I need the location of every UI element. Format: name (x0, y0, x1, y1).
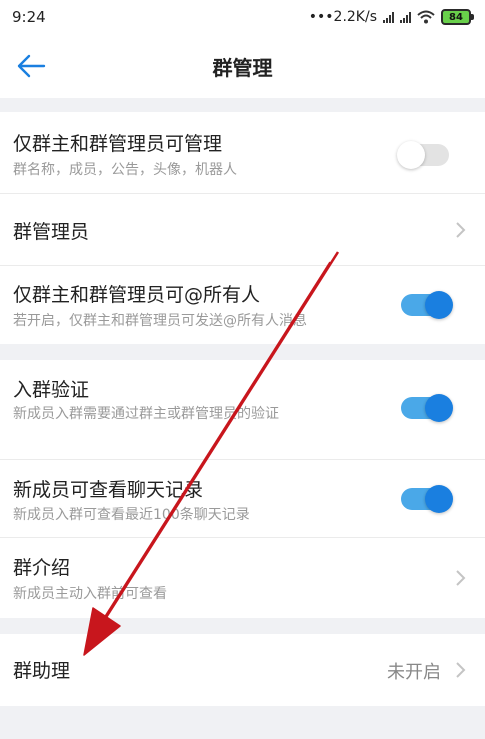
nav-bar: 群管理 (0, 34, 485, 98)
setting-title: 仅群主和群管理员可管理 (13, 133, 223, 155)
arrow-left-icon (17, 54, 46, 78)
assistant-status: 未开启 (387, 662, 441, 683)
setting-subtitle: 新成员主动入群前可查看 (13, 586, 167, 602)
join-verify-toggle[interactable] (401, 394, 453, 422)
toggle-knob (425, 485, 453, 513)
setting-title: 入群验证 (13, 379, 90, 401)
setting-title: 仅群主和群管理员可@所有人 (13, 284, 261, 306)
setting-intro[interactable]: 群介绍 新成员主动入群前可查看 (0, 538, 485, 618)
setting-title: 群助理 (13, 660, 71, 682)
toggle-knob (397, 141, 425, 169)
battery-level: 84 (449, 11, 463, 23)
chevron-right-icon (456, 222, 466, 238)
settings-section-members: 入群验证 新成员入群需要通过群主或群管理员的验证 新成员可查看聊天记录 新成员入… (0, 360, 485, 618)
setting-at-all: 仅群主和群管理员可@所有人 若开启，仅群主和群管理员可发送@所有人消息 (0, 266, 485, 344)
settings-section-assistant: 群助理 未开启 (0, 634, 485, 706)
network-speed: •••2.2K/s (308, 9, 377, 25)
chevron-right-icon (456, 570, 466, 586)
setting-subtitle: 群名称，成员，公告，头像，机器人 (13, 162, 237, 178)
setting-subtitle: 新成员入群可查看最近100条聊天记录 (13, 507, 250, 523)
page-title: 群管理 (212, 55, 273, 80)
toggle-knob (425, 394, 453, 422)
signal-icon (400, 11, 411, 23)
setting-owner-admin-manage: 仅群主和群管理员可管理 群名称，成员，公告，头像，机器人 (0, 112, 485, 194)
setting-subtitle: 若开启，仅群主和群管理员可发送@所有人消息 (13, 313, 307, 329)
setting-title: 新成员可查看聊天记录 (13, 479, 204, 501)
status-indicators: •••2.2K/s 84 (308, 9, 474, 25)
setting-join-verify: 入群验证 新成员入群需要通过群主或群管理员的验证 (0, 360, 485, 460)
at-all-toggle[interactable] (401, 291, 453, 319)
setting-title: 群管理员 (13, 221, 90, 243)
status-time: 9:24 (12, 8, 46, 26)
wifi-icon (417, 10, 435, 24)
toggle-knob (425, 291, 453, 319)
back-button[interactable] (14, 52, 48, 80)
setting-history-visible: 新成员可查看聊天记录 新成员入群可查看最近100条聊天记录 (0, 460, 485, 538)
setting-subtitle: 新成员入群需要通过群主或群管理员的验证 (13, 406, 279, 422)
setting-admins[interactable]: 群管理员 (0, 194, 485, 266)
history-visible-toggle[interactable] (401, 485, 453, 513)
setting-assistant[interactable]: 群助理 未开启 (0, 634, 485, 706)
battery-icon: 84 (441, 9, 474, 25)
signal-icon (383, 11, 394, 23)
manage-permission-toggle[interactable] (397, 141, 449, 169)
status-bar: 9:24 •••2.2K/s 84 (0, 0, 485, 34)
setting-title: 群介绍 (13, 557, 71, 579)
settings-section-permissions: 仅群主和群管理员可管理 群名称，成员，公告，头像，机器人 群管理员 仅群主和群管… (0, 112, 485, 344)
chevron-right-icon (456, 662, 466, 678)
